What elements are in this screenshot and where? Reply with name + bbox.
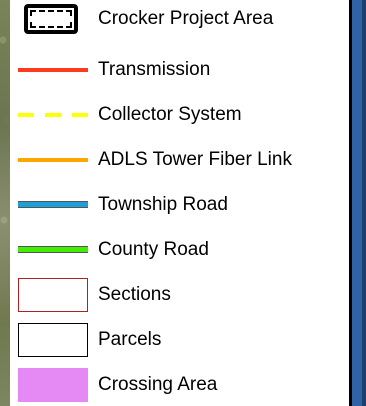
- aerial-imagery-strip: [0, 0, 10, 406]
- legend-item-crossing-area: Crossing Area: [10, 366, 349, 404]
- legend-item-sections: Sections: [10, 276, 349, 314]
- legend-item-project-area: Crocker Project Area: [10, 0, 349, 38]
- legend-label: Crossing Area: [98, 374, 218, 395]
- legend-label: Crocker Project Area: [98, 8, 274, 29]
- collector-system-line-symbol: [18, 96, 88, 134]
- legend-item-county-road: County Road: [10, 231, 349, 269]
- township-road-line-symbol: [18, 186, 88, 224]
- legend-label: Transmission: [98, 59, 211, 80]
- legend-item-parcels: Parcels: [10, 321, 349, 359]
- legend-label: County Road: [98, 239, 209, 260]
- legend-item-township-road: Township Road: [10, 186, 349, 224]
- parcels-box-symbol: [18, 321, 88, 359]
- legend-label: Sections: [98, 284, 171, 305]
- sections-box-symbol: [18, 276, 88, 314]
- county-road-line-symbol: [18, 231, 88, 269]
- map-frame: [352, 0, 362, 406]
- crossing-area-fill-symbol: [18, 366, 88, 404]
- legend-item-collector-system: Collector System: [10, 96, 349, 134]
- legend-label: Collector System: [98, 104, 242, 125]
- legend-label: Parcels: [98, 329, 162, 350]
- legend-item-transmission: Transmission: [10, 51, 349, 89]
- legend-label: ADLS Tower Fiber Link: [98, 149, 292, 170]
- project-area-symbol: [18, 0, 88, 38]
- fiber-link-line-symbol: [18, 141, 88, 179]
- transmission-line-symbol: [18, 51, 88, 89]
- map-frame-edge: [362, 0, 366, 406]
- map-legend: Crocker Project Area Transmission Collec…: [10, 0, 349, 406]
- legend-item-fiber-link: ADLS Tower Fiber Link: [10, 141, 349, 179]
- legend-label: Township Road: [98, 194, 228, 215]
